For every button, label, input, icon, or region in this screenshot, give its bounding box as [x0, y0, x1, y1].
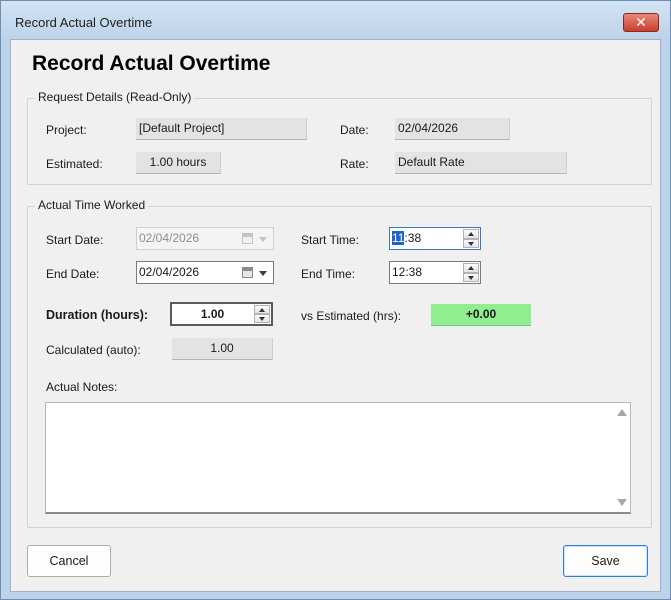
notes-scrollbar[interactable]	[613, 403, 630, 512]
cancel-button[interactable]: Cancel	[27, 545, 111, 577]
chevron-down-icon	[259, 237, 267, 242]
calculated-value: 1.00	[172, 338, 273, 360]
start-time-input[interactable]: 11:38	[389, 227, 481, 250]
date-value: 02/04/2026	[395, 118, 510, 140]
rate-label: Rate:	[340, 157, 369, 171]
arrow-down-icon[interactable]	[254, 314, 270, 323]
duration-value[interactable]: 1.00	[172, 304, 253, 324]
title-bar[interactable]: Record Actual Overtime ✕	[1, 1, 670, 39]
start-time-minutes[interactable]: :38	[404, 231, 421, 245]
start-time-spinner[interactable]	[463, 229, 479, 248]
calculated-label: Calculated (auto):	[46, 343, 141, 357]
calendar-icon	[242, 233, 253, 244]
chevron-down-icon[interactable]	[259, 271, 267, 276]
end-time-spinner[interactable]	[463, 263, 479, 282]
start-time-label: Start Time:	[301, 233, 360, 247]
notes-label: Actual Notes:	[46, 380, 118, 394]
arrow-down-icon[interactable]	[463, 272, 479, 282]
calendar-icon[interactable]	[242, 267, 253, 278]
dialog-body: Record Actual Overtime Request Details (…	[10, 39, 661, 592]
end-date-picker[interactable]: 02/04/2026	[136, 261, 274, 284]
end-time-value[interactable]: 12:38	[392, 265, 422, 279]
end-date-value[interactable]: 02/04/2026	[139, 265, 199, 279]
date-label: Date:	[340, 123, 369, 137]
start-time-hour[interactable]: 11	[392, 231, 405, 245]
rate-value: Default Rate	[395, 152, 567, 174]
estimated-label: Estimated:	[46, 157, 103, 171]
start-date-label: Start Date:	[46, 233, 104, 247]
page-title: Record Actual Overtime	[32, 52, 271, 75]
close-icon: ✕	[635, 14, 647, 31]
arrow-up-icon[interactable]	[463, 263, 479, 273]
duration-input[interactable]: 1.00	[170, 302, 273, 326]
duration-label: Duration (hours):	[46, 308, 149, 322]
vs-estimated-value: +0.00	[431, 304, 531, 326]
close-button[interactable]: ✕	[623, 13, 659, 32]
scroll-down-icon[interactable]	[617, 499, 627, 506]
end-time-label: End Time:	[301, 267, 356, 281]
save-button[interactable]: Save	[563, 545, 648, 577]
end-time-input[interactable]: 12:38	[389, 261, 481, 284]
request-details-title: Request Details (Read-Only)	[35, 90, 195, 104]
project-label: Project:	[46, 123, 87, 137]
dialog-window: Record Actual Overtime ✕ Record Actual O…	[0, 0, 671, 600]
arrow-up-icon[interactable]	[463, 229, 479, 239]
start-date-picker: 02/04/2026	[136, 227, 274, 250]
arrow-down-icon[interactable]	[463, 238, 479, 248]
vs-estimated-label: vs Estimated (hrs):	[301, 309, 402, 323]
arrow-up-icon[interactable]	[254, 305, 270, 314]
actual-time-title: Actual Time Worked	[35, 198, 149, 212]
scroll-up-icon[interactable]	[617, 409, 627, 416]
project-value: [Default Project]	[136, 118, 307, 140]
estimated-value: 1.00 hours	[136, 152, 221, 174]
window-title: Record Actual Overtime	[15, 15, 153, 30]
duration-spinner[interactable]	[254, 305, 270, 323]
start-date-value: 02/04/2026	[139, 231, 200, 245]
notes-textarea[interactable]	[45, 402, 631, 514]
end-date-label: End Date:	[46, 267, 100, 281]
